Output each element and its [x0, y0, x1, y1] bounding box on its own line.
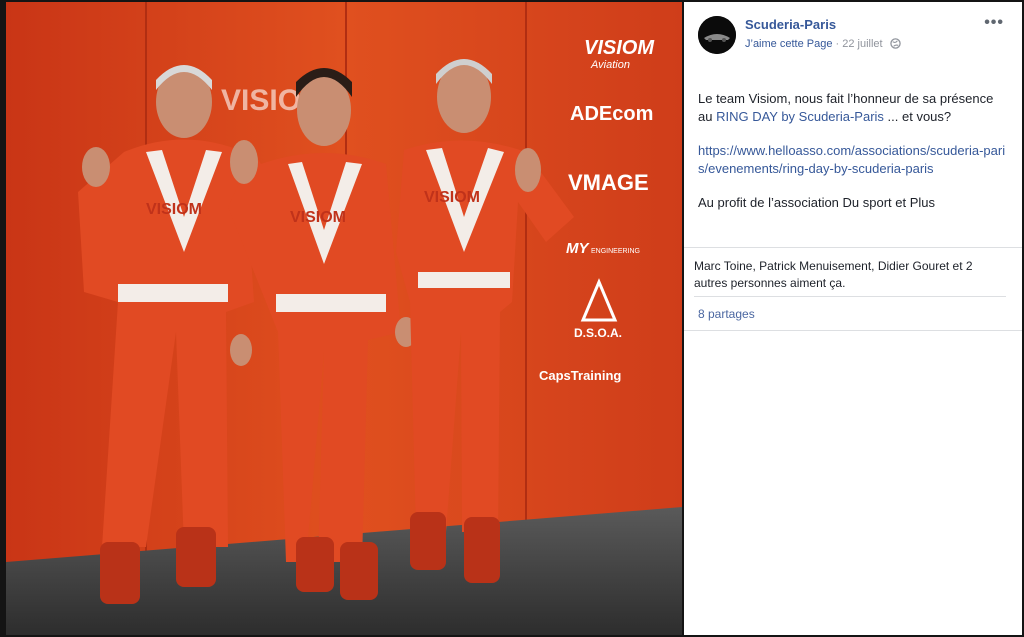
post-meta: J’aime cette Page · 22 juillet [745, 38, 901, 50]
suit-logo: VISIOM [424, 189, 480, 206]
meta-separator: · [835, 38, 840, 50]
sponsor-logo: CapsTraining [539, 368, 621, 383]
post-text: ... et vous? [883, 108, 952, 124]
sponsor-logo: Aviation [590, 59, 630, 71]
post-date[interactable]: 22 juillet [842, 38, 882, 50]
post-body: Le team Visiom, nous fait l’honneur de s… [698, 90, 1010, 229]
globe-icon [889, 38, 901, 49]
sponsor-logo: D.S.O.A. [574, 326, 622, 340]
sponsor-logo: VISIOM [584, 37, 655, 59]
helloasso-link[interactable]: https://www.helloasso.com/associations/s… [698, 143, 1005, 176]
shares-link[interactable]: 8 partages [698, 307, 755, 321]
post-paragraph: https://www.helloasso.com/associations/s… [698, 142, 1010, 177]
photo-illustration: VISIOM VISIOM Aviation ADEcom VMAGE MY E… [6, 2, 682, 635]
like-page-link[interactable]: J’aime cette Page [745, 38, 832, 50]
sponsor-logo: MY [566, 240, 590, 257]
avatar-car-icon [698, 16, 736, 54]
divider [684, 330, 1022, 331]
suit-logo: VISIOM [146, 201, 202, 218]
post-panel: Scuderia-Paris J’aime cette Page · 22 ju… [684, 2, 1022, 635]
divider [684, 247, 1022, 248]
avatar[interactable] [698, 16, 736, 54]
event-link[interactable]: RING DAY by Scuderia-Paris [716, 109, 884, 124]
screen: VISIOM VISIOM Aviation ADEcom VMAGE MY E… [0, 0, 1024, 637]
likes-summary[interactable]: Marc Toine, Patrick Menuisement, Didier … [694, 258, 1004, 292]
sponsor-logo: ADEcom [570, 103, 653, 125]
post-photo[interactable]: VISIOM VISIOM Aviation ADEcom VMAGE MY E… [6, 2, 682, 635]
more-options-button[interactable]: ••• [984, 14, 1004, 32]
suit-logo: VISIOM [290, 209, 346, 226]
sponsor-logo: VMAGE [568, 170, 649, 195]
divider [694, 296, 1006, 297]
sponsor-logo: ENGINEERING [591, 248, 640, 255]
post-paragraph: Au profit de l’association Du sport et P… [698, 195, 936, 210]
post-paragraph: Le team Visiom, nous fait l’honneur de s… [698, 90, 1010, 125]
page-name-link[interactable]: Scuderia-Paris [745, 17, 836, 32]
post-header: Scuderia-Paris J’aime cette Page · 22 ju… [684, 2, 1022, 62]
